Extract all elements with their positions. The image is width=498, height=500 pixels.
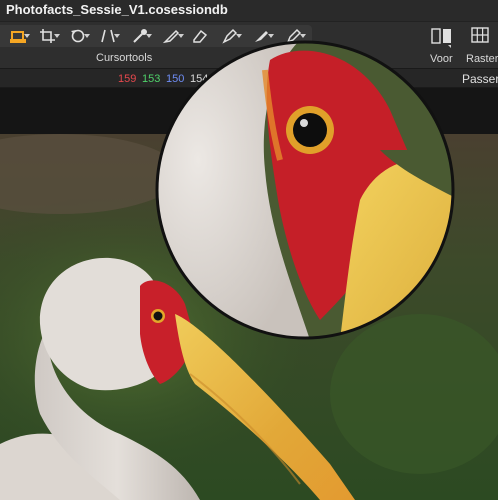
- viewer-top-band: [0, 88, 498, 134]
- image-viewer[interactable]: [0, 134, 498, 500]
- passer-label: Passer: [462, 72, 498, 86]
- voor-label: Voor: [430, 53, 453, 65]
- window-title: Photofacts_Sessie_V1.cosessiondb: [6, 2, 228, 17]
- rotate-button[interactable]: [62, 25, 94, 47]
- raster-label: Raster: [466, 53, 498, 65]
- color-picker-button[interactable]: [278, 25, 310, 47]
- luminance-value: 154: [190, 73, 209, 85]
- green-value: 153: [142, 73, 161, 85]
- voor-button[interactable]: Voor: [428, 26, 458, 66]
- pipette-button[interactable]: [124, 25, 156, 47]
- eraser-icon: [193, 29, 208, 43]
- info-bar: 159 153 150 154 Passer: [0, 68, 498, 88]
- crop-button[interactable]: [32, 25, 64, 47]
- toolbar: Cursortools Voor Raster: [0, 22, 498, 68]
- cursor-tools-group: [0, 25, 312, 47]
- red-value: 159: [118, 73, 137, 85]
- pen-button[interactable]: [214, 25, 246, 47]
- eraser-button[interactable]: [184, 25, 216, 47]
- gradient-brush-button[interactable]: [246, 25, 278, 47]
- photo-stork: [0, 134, 498, 500]
- cursortools-label: Cursortools: [96, 52, 153, 64]
- before-after-icon: [431, 28, 451, 48]
- crop-tool-button[interactable]: [2, 25, 34, 47]
- blue-value: 150: [166, 73, 185, 85]
- grid-icon: [471, 27, 489, 43]
- keystone-button[interactable]: [92, 25, 124, 47]
- raster-button[interactable]: Raster: [466, 26, 498, 66]
- title-bar: Photofacts_Sessie_V1.cosessiondb: [0, 0, 498, 22]
